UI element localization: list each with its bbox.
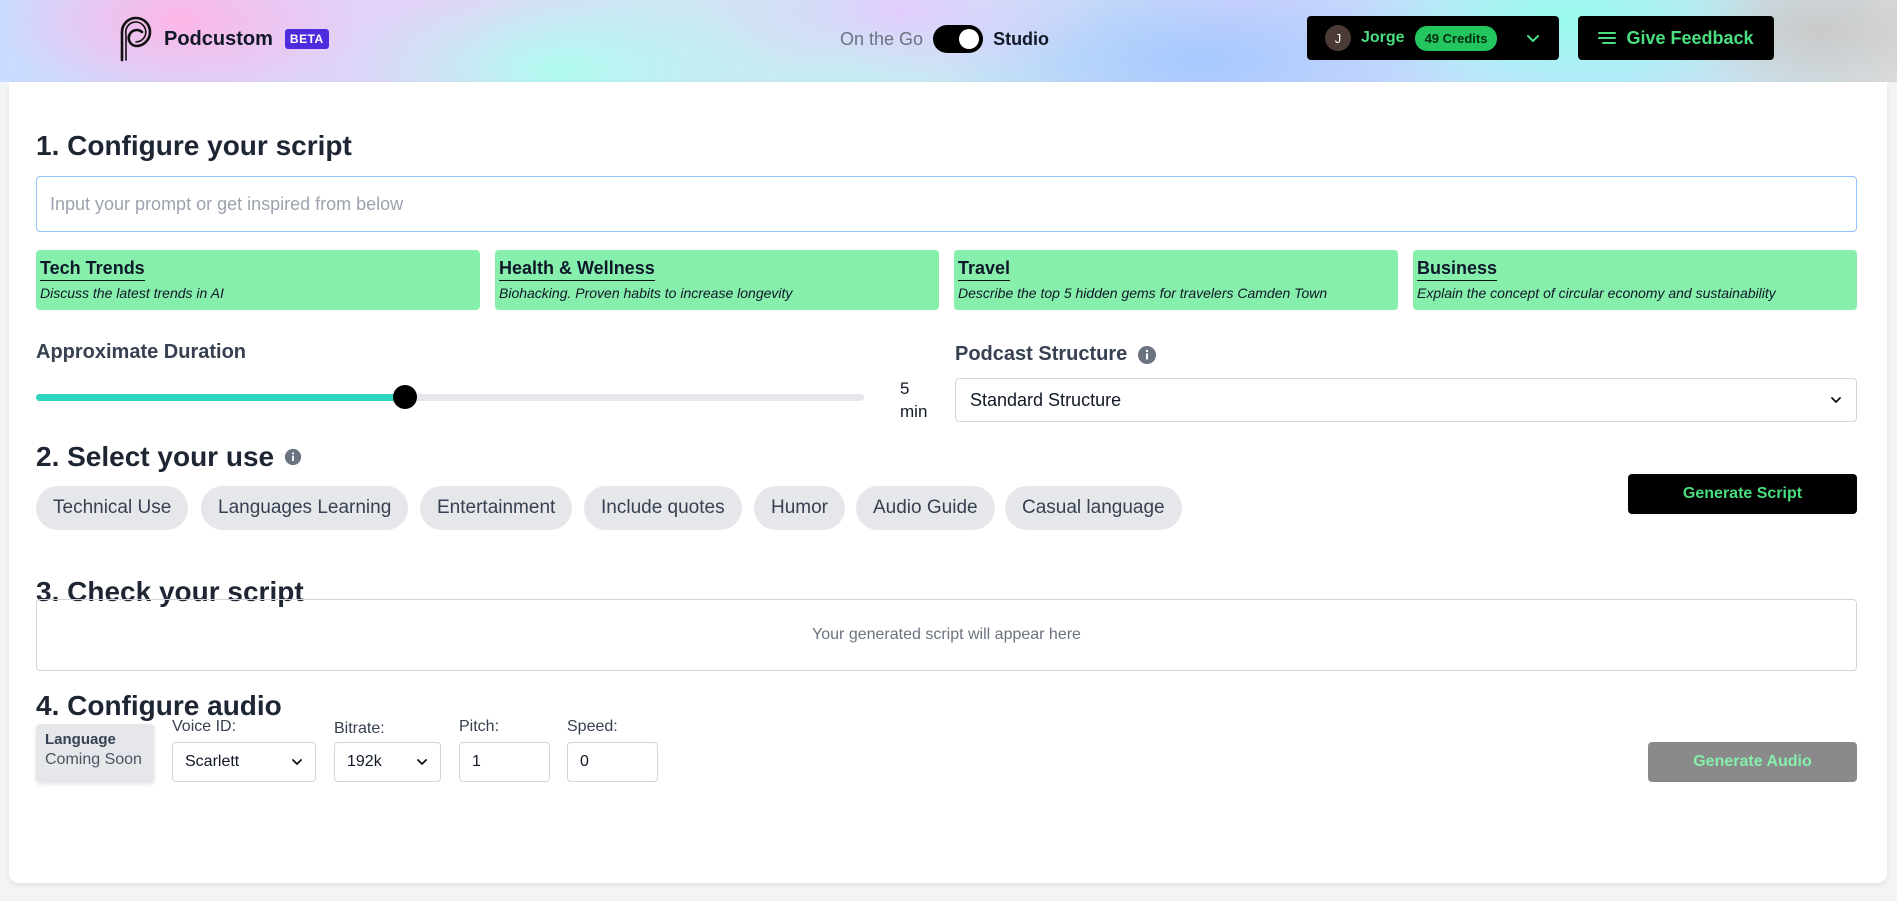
section-4-title: 4. Configure audio xyxy=(36,690,282,722)
pitch-value: 1 xyxy=(472,753,481,770)
use-chip-entertainment[interactable]: Entertainment xyxy=(420,486,573,530)
podcustom-logo-icon xyxy=(120,16,152,62)
topic-description: Explain the concept of circular economy … xyxy=(1417,285,1776,301)
topic-title: Business xyxy=(1417,258,1498,281)
credits-badge: 49 Credits xyxy=(1414,25,1498,51)
info-icon[interactable] xyxy=(1137,345,1157,365)
mode-switch[interactable] xyxy=(933,25,984,53)
slider-thumb[interactable] xyxy=(393,385,418,409)
main-card: 1. Configure your script Tech Trends Dis… xyxy=(9,82,1887,883)
use-chip-casual-language[interactable]: Casual language xyxy=(1005,486,1182,530)
switch-knob xyxy=(959,29,980,49)
beta-badge: BETA xyxy=(284,29,329,49)
bitrate-select[interactable]: 192k xyxy=(334,742,441,782)
use-chip-technical-use[interactable]: Technical Use xyxy=(36,486,189,530)
avatar: J xyxy=(1325,25,1351,51)
chevron-down-icon xyxy=(1831,397,1841,403)
topic-card-tech-trends[interactable]: Tech Trends Discuss the latest trends in… xyxy=(36,250,480,310)
chevron-down-icon xyxy=(292,759,302,765)
duration-slider[interactable] xyxy=(36,385,864,409)
chevron-down-icon xyxy=(1527,35,1539,42)
structure-label: Podcast Structure xyxy=(955,343,1157,366)
section-4-title-text: 4. Configure audio xyxy=(36,690,282,721)
language-box: Language Coming Soon xyxy=(36,724,154,782)
script-placeholder: Your generated script will appear here xyxy=(812,626,1081,643)
slider-fill xyxy=(36,394,406,401)
mode-toggle: On the Go Studio xyxy=(840,24,1049,54)
use-chip-languages-learning[interactable]: Languages Learning xyxy=(201,486,409,530)
voice-id-label: Voice ID: xyxy=(172,718,237,735)
use-chip-audio-guide[interactable]: Audio Guide xyxy=(856,486,995,530)
chevron-down-icon xyxy=(417,759,427,765)
user-name: Jorge xyxy=(1361,29,1405,46)
duration-label: Approximate Duration xyxy=(36,341,247,363)
structure-selected-value: Standard Structure xyxy=(970,389,1122,410)
topic-description: Discuss the latest trends in AI xyxy=(40,285,224,301)
speed-label: Speed: xyxy=(567,718,618,735)
speed-input[interactable]: 0 xyxy=(567,742,658,782)
mode-on-the-go-label[interactable]: On the Go xyxy=(840,29,923,50)
app-header: Podcustom BETA On the Go Studio J Jorge … xyxy=(0,0,1897,82)
topic-description: Biohacking. Proven habits to increase lo… xyxy=(499,285,793,301)
pitch-input[interactable]: 1 xyxy=(459,742,550,782)
podcast-structure-select[interactable]: Standard Structure xyxy=(955,378,1857,422)
generate-audio-button[interactable]: Generate Audio xyxy=(1648,742,1857,782)
speed-value: 0 xyxy=(580,753,589,770)
topic-card-travel[interactable]: Travel Describe the top 5 hidden gems fo… xyxy=(954,250,1398,310)
use-chip-humor[interactable]: Humor xyxy=(754,486,846,530)
prompt-input[interactable] xyxy=(36,176,1857,232)
section-2-title-text: 2. Select your use xyxy=(36,441,275,472)
script-output-box[interactable]: Your generated script will appear here xyxy=(36,599,1857,671)
bitrate-value: 192k xyxy=(347,753,382,770)
give-feedback-label: Give Feedback xyxy=(1626,27,1754,48)
brand-name: Podcustom xyxy=(164,27,273,50)
topic-title: Travel xyxy=(958,258,1011,281)
user-menu-button[interactable]: J Jorge 49 Credits xyxy=(1307,16,1559,60)
pitch-label: Pitch: xyxy=(459,718,500,735)
duration-number: 5 xyxy=(900,379,910,398)
info-icon[interactable] xyxy=(284,448,302,466)
topic-card-health-wellness[interactable]: Health & Wellness Biohacking. Proven hab… xyxy=(495,250,939,310)
topic-card-business[interactable]: Business Explain the concept of circular… xyxy=(1413,250,1857,310)
voice-id-select[interactable]: Scarlett xyxy=(172,742,316,782)
topic-title: Tech Trends xyxy=(40,258,145,281)
duration-unit: min xyxy=(900,402,928,421)
topic-title: Health & Wellness xyxy=(499,258,655,281)
topic-description: Describe the top 5 hidden gems for trave… xyxy=(958,285,1328,301)
language-status: Coming Soon xyxy=(45,751,142,768)
section-2-title: 2. Select your use xyxy=(36,441,302,473)
structure-label-text: Podcast Structure xyxy=(955,343,1128,365)
section-1-title: 1. Configure your script xyxy=(36,130,352,162)
mode-studio-label[interactable]: Studio xyxy=(993,29,1049,50)
give-feedback-button[interactable]: Give Feedback xyxy=(1578,16,1774,60)
language-title: Language xyxy=(45,731,116,748)
section-1-title-text: 1. Configure your script xyxy=(36,130,352,161)
generate-script-button[interactable]: Generate Script xyxy=(1628,474,1857,514)
duration-value: 5 min xyxy=(900,377,927,423)
menu-lines-icon xyxy=(1598,32,1617,44)
use-chip-include-quotes[interactable]: Include quotes xyxy=(584,486,742,530)
bitrate-label: Bitrate: xyxy=(334,720,385,737)
brand-logo[interactable]: Podcustom BETA xyxy=(116,14,329,64)
voice-id-value: Scarlett xyxy=(185,753,240,770)
